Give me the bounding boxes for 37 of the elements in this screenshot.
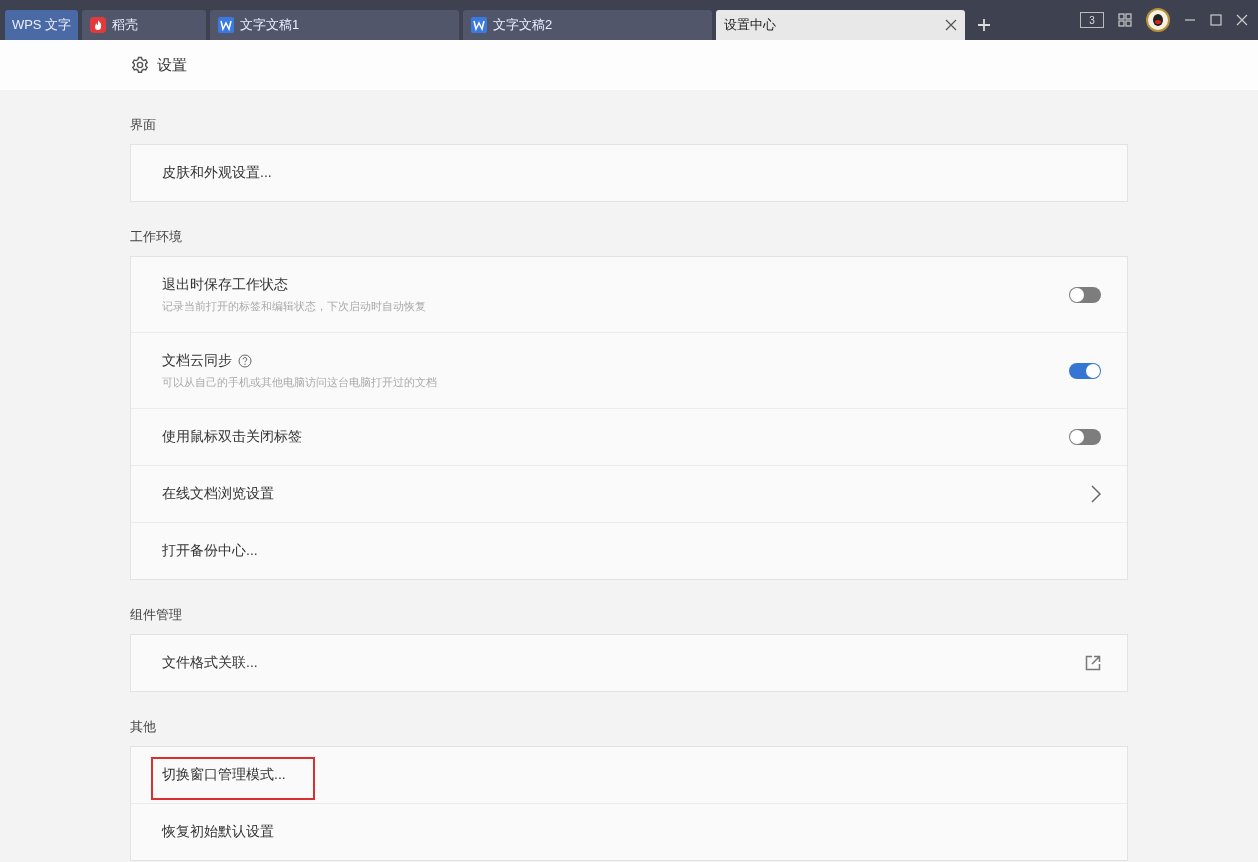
document-w-icon: [471, 17, 487, 33]
tab[interactable]: 文字文稿1: [210, 10, 459, 40]
setting-label[interactable]: 退出时保存工作状态: [162, 275, 288, 294]
maximize-icon[interactable]: [1210, 14, 1222, 26]
setting-label[interactable]: 切换窗口管理模式...: [162, 766, 286, 784]
setting-label[interactable]: 恢复初始默认设置: [162, 823, 274, 841]
avatar-icon[interactable]: [1146, 8, 1170, 32]
settings-icon: [131, 56, 149, 74]
section-title: 其他: [130, 718, 157, 736]
setting-description: 可以从自己的手机或其他电脑访问这台电脑打开过的文档: [162, 374, 438, 390]
tab[interactable]: 文字文稿2: [463, 10, 712, 40]
section-title: 界面: [130, 116, 157, 134]
close-icon[interactable]: [945, 19, 957, 31]
setting-description: 记录当前打开的标签和编辑状态，下次启动时自动恢复: [162, 298, 427, 314]
grid-icon[interactable]: [1118, 13, 1132, 27]
tab[interactable]: WPS 文字: [5, 10, 78, 40]
setting-label[interactable]: 在线文档浏览设置: [162, 485, 274, 503]
setting-label[interactable]: 使用鼠标双击关闭标签: [162, 428, 302, 446]
toggle-switch[interactable]: [1069, 362, 1101, 379]
tab[interactable]: 稻壳: [82, 10, 206, 40]
add-tab-icon[interactable]: [977, 18, 991, 32]
document-w-icon: [218, 17, 234, 33]
tab[interactable]: 设置中心: [716, 10, 965, 40]
setting-label[interactable]: 文档云同步: [162, 351, 232, 370]
external-link-icon[interactable]: [1085, 655, 1101, 671]
section-title: 组件管理: [130, 606, 183, 624]
help-icon[interactable]: [238, 353, 252, 368]
toggle-switch[interactable]: [1069, 286, 1101, 303]
flame-logo-icon: [90, 17, 106, 33]
device-count-badge[interactable]: 3: [1080, 12, 1104, 28]
setting-label[interactable]: 文件格式关联...: [162, 654, 258, 672]
toggle-switch[interactable]: [1069, 429, 1101, 445]
setting-label[interactable]: 皮肤和外观设置...: [162, 164, 272, 182]
page-title: 设置: [157, 55, 187, 75]
setting-label[interactable]: 打开备份中心...: [162, 542, 258, 560]
chevron-right-icon[interactable]: [1091, 485, 1101, 503]
section-title: 工作环境: [130, 228, 183, 246]
